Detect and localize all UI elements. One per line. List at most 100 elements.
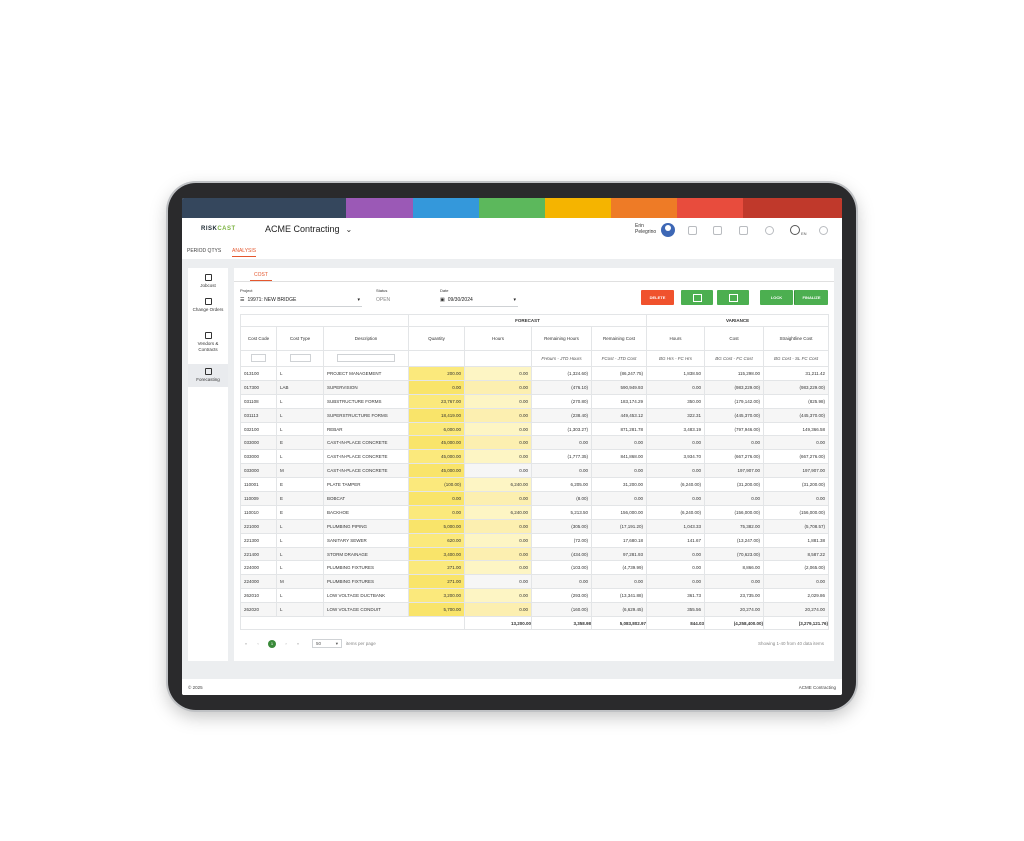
col-hours[interactable]: Hours bbox=[464, 326, 533, 351]
cell-quantity[interactable]: 45,000.00 bbox=[408, 449, 466, 465]
table-row[interactable]: 013100 L PROJECT MANAGEMENT 200.00 0.00 (1,32… bbox=[240, 366, 830, 381]
table-row[interactable]: 221300 L SANITARY SEWER 620.00 0.00 (72.00) 17… bbox=[240, 532, 830, 548]
cell-hours[interactable]: 6,240.00 bbox=[464, 504, 533, 520]
avatar[interactable] bbox=[661, 223, 675, 237]
table-row[interactable]: 110010 E BACKHOE 0.00 6,240.00 5,213.50 156,00… bbox=[240, 504, 830, 520]
tab-period-qtys[interactable]: PERIOD QTYS bbox=[187, 248, 221, 254]
cell-hours[interactable]: 0.00 bbox=[464, 435, 533, 451]
first-page-button[interactable]: « bbox=[242, 640, 250, 648]
total-remaining-hours: 3,358.98 bbox=[531, 616, 593, 631]
columns-view-button[interactable] bbox=[681, 290, 713, 305]
cell-quantity[interactable]: 200.00 bbox=[408, 366, 466, 381]
company-selector[interactable]: ACME Contracting ⌄ bbox=[265, 224, 352, 234]
col-variance-cost[interactable]: Cost bbox=[704, 326, 765, 351]
table-row[interactable]: 224000 M PLUMBING FIXTURES 271.00 0.00 0.00 0.… bbox=[240, 574, 830, 590]
next-page-button[interactable]: › bbox=[282, 640, 290, 648]
cell-quantity[interactable]: 5,700.00 bbox=[408, 602, 466, 618]
cost-code-filter-input[interactable] bbox=[251, 354, 266, 362]
cell-hours[interactable]: 0.00 bbox=[464, 491, 533, 506]
cell-hours[interactable]: 0.00 bbox=[464, 379, 533, 395]
col-remaining-cost[interactable]: Remaining Cost bbox=[591, 326, 648, 351]
cell-hours[interactable]: 0.00 bbox=[464, 366, 533, 381]
table-row[interactable]: 110001 E PLATE TAMPER (100.00) 6,240.00 6,205… bbox=[240, 477, 830, 493]
cell-hours[interactable]: 0.00 bbox=[464, 421, 533, 437]
export-file-button[interactable] bbox=[717, 290, 749, 305]
cell-hours[interactable]: 0.00 bbox=[464, 449, 533, 465]
col-cost-code[interactable]: Cost Code bbox=[240, 326, 277, 351]
col-cost-type[interactable]: Cost Type bbox=[276, 326, 324, 351]
table-row[interactable]: 221000 L PLUMBING PIPING 5,000.00 0.00 (305.0… bbox=[240, 518, 830, 534]
cell-quantity[interactable]: 620.00 bbox=[408, 532, 466, 548]
lock-button[interactable]: LOCK bbox=[760, 290, 793, 305]
table-row[interactable]: 110009 E BOBCAT 0.00 0.00 (8.00) 0.00 0.00 0.00 0… bbox=[240, 491, 830, 506]
cell-hours[interactable]: 0.00 bbox=[464, 463, 533, 479]
cell-quantity[interactable]: 23,767.00 bbox=[408, 393, 466, 409]
cell-quantity[interactable]: 3,400.00 bbox=[408, 546, 466, 562]
sidebar-item-vendors-contracts[interactable]: Vendors & Contracts bbox=[188, 332, 228, 353]
sidebar-item-forecasting[interactable]: Forecasting bbox=[188, 364, 228, 387]
cost-type-filter-input[interactable] bbox=[289, 354, 311, 362]
cell-hours[interactable]: 0.00 bbox=[464, 518, 533, 534]
col-remaining-hours[interactable]: Remaining Hours bbox=[531, 326, 593, 351]
cell-hours[interactable]: 0.00 bbox=[464, 588, 533, 604]
cell-hours[interactable]: 0.00 bbox=[464, 602, 533, 618]
cell-hours[interactable]: 6,240.00 bbox=[464, 477, 533, 493]
cell-quantity[interactable]: 45,000.00 bbox=[408, 435, 466, 451]
cell-quantity[interactable]: 6,000.00 bbox=[408, 421, 466, 437]
page-1-button[interactable]: 1 bbox=[268, 640, 276, 648]
cell-hours[interactable]: 0.00 bbox=[464, 574, 533, 590]
cell-quantity[interactable]: 271.00 bbox=[408, 574, 466, 590]
per-page-select[interactable]: 50 ▾ bbox=[312, 639, 342, 648]
delete-button[interactable]: DELETE bbox=[641, 290, 674, 305]
building-icon[interactable] bbox=[688, 226, 697, 235]
table-row[interactable]: 031113 L SUPERSTRUCTURE FORMS 18,419.00 0.00… bbox=[240, 407, 830, 423]
cell-quantity[interactable]: (100.00) bbox=[408, 477, 466, 493]
col-variance-hours[interactable]: Hours bbox=[646, 326, 706, 351]
cell-hours[interactable]: 0.00 bbox=[464, 532, 533, 548]
cell-quantity[interactable]: 3,200.00 bbox=[408, 588, 466, 604]
table-row[interactable]: 031108 L SUBSTRUCTURE FORMS 23,767.00 0.00 (2… bbox=[240, 393, 830, 409]
cell-variance-hours: 0.00 bbox=[646, 491, 706, 506]
inbox-icon[interactable] bbox=[713, 226, 722, 235]
cell-remaining-cost: 449,453.12 bbox=[591, 407, 648, 423]
total-hours: 13,200.00 bbox=[464, 616, 533, 631]
table-row[interactable]: 033000 E CAST-IN-PLACE CONCRETE 45,000.00 0.… bbox=[240, 435, 830, 451]
cell-hours[interactable]: 0.00 bbox=[464, 393, 533, 409]
table-row[interactable]: 221400 L STORM DRAINAGE 3,400.00 0.00 (434.00… bbox=[240, 546, 830, 562]
table-row[interactable]: 262020 L LOW VOLTAGE CONDUIT 5,700.00 0.00 (1… bbox=[240, 602, 830, 618]
cell-quantity[interactable]: 45,000.00 bbox=[408, 463, 466, 479]
table-row[interactable]: 017300 LAB SUPERVISION 0.00 0.00 (476.10) 590,… bbox=[240, 379, 830, 395]
col-description[interactable]: Description bbox=[322, 326, 410, 351]
power-icon[interactable] bbox=[819, 226, 828, 235]
cell-hours[interactable]: 0.00 bbox=[464, 546, 533, 562]
table-row[interactable]: 033000 L CAST-IN-PLACE CONCRETE 45,000.00 0.… bbox=[240, 449, 830, 465]
help-icon[interactable] bbox=[765, 226, 774, 235]
project-select[interactable]: ☰ 19971: NEW BRIDGE ▾ bbox=[240, 297, 360, 303]
sidebar-item-change-orders[interactable]: Change Orders bbox=[188, 298, 228, 313]
cell-quantity[interactable]: 0.00 bbox=[408, 379, 466, 395]
cell-quantity[interactable]: 0.00 bbox=[408, 491, 466, 506]
tab-analysis[interactable]: ANALYSIS bbox=[232, 248, 257, 257]
cell-quantity[interactable]: 0.00 bbox=[408, 504, 466, 520]
date-picker[interactable]: ▣ 09/30/2024 ▾ bbox=[440, 297, 516, 303]
table-row[interactable]: 262010 L LOW VOLTAGE DUCTBANK 3,200.00 0.00(… bbox=[240, 588, 830, 604]
description-filter-input[interactable] bbox=[337, 354, 395, 362]
col-quantity[interactable]: Quantity bbox=[408, 326, 466, 351]
cell-quantity[interactable]: 5,000.00 bbox=[408, 518, 466, 534]
document-edit-icon bbox=[204, 298, 212, 305]
table-row[interactable]: 224000 L PLUMBING FIXTURES 271.00 0.00 (103.0… bbox=[240, 560, 830, 576]
sidebar-item-jobcost[interactable]: Jobcost bbox=[188, 274, 228, 289]
cell-quantity[interactable]: 271.00 bbox=[408, 560, 466, 576]
tab-cost[interactable]: COST bbox=[250, 272, 272, 281]
globe-icon[interactable] bbox=[790, 225, 800, 235]
table-row[interactable]: 033000 M CAST-IN-PLACE CONCRETE 45,000.00 0.… bbox=[240, 463, 830, 479]
col-straightline-cost[interactable]: Straightline Cost bbox=[763, 326, 830, 351]
cell-hours[interactable]: 0.00 bbox=[464, 560, 533, 576]
calculator-icon[interactable] bbox=[739, 226, 748, 235]
table-row[interactable]: 032100 L REBAR 6,000.00 0.00 (1,303.27) 871,28… bbox=[240, 421, 830, 437]
cell-quantity[interactable]: 18,419.00 bbox=[408, 407, 466, 423]
cell-hours[interactable]: 0.00 bbox=[464, 407, 533, 423]
prev-page-button[interactable]: ‹ bbox=[254, 640, 262, 648]
finalize-button[interactable]: FINALIZE bbox=[794, 290, 828, 305]
last-page-button[interactable]: » bbox=[294, 640, 302, 648]
